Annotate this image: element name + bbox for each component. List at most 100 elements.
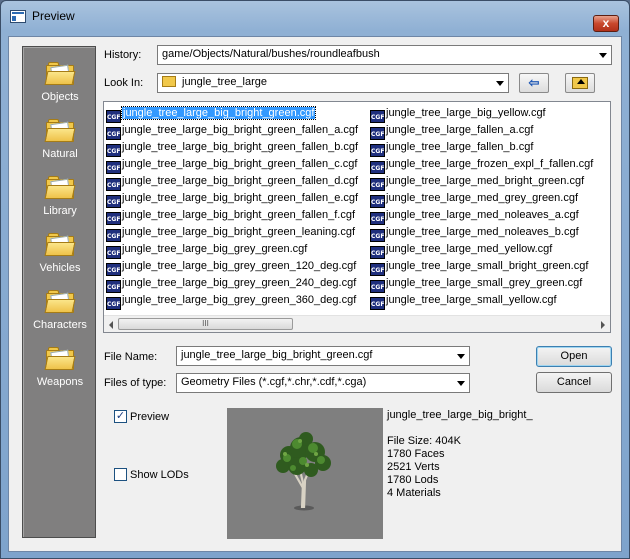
scroll-thumb[interactable]: III — [118, 318, 293, 330]
up-folder-icon — [572, 77, 588, 89]
file-name: jungle_tree_large_small_yellow.cgf — [386, 294, 557, 306]
place-library[interactable]: Library — [23, 175, 97, 217]
list-item[interactable]: CGF jungle_tree_large_fallen_a.cgf — [370, 122, 593, 140]
list-item[interactable]: CGF jungle_tree_large_med_grey_green.cgf — [370, 190, 593, 208]
place-objects[interactable]: Objects — [23, 61, 97, 103]
title-bar[interactable]: Preview x — [1, 1, 629, 32]
list-item[interactable]: CGF jungle_tree_large_small_bright_green.… — [370, 258, 593, 276]
close-button[interactable]: x — [593, 15, 619, 32]
file-name: jungle_tree_large_big_grey_green_360_deg… — [122, 294, 357, 306]
folder-icon — [44, 289, 76, 315]
chevron-down-icon[interactable] — [599, 53, 607, 58]
file-name: jungle_tree_large_med_noleaves_a.cgf — [386, 209, 579, 221]
place-weapons[interactable]: Weapons — [23, 346, 97, 388]
filename-value: jungle_tree_large_big_bright_green.cgf — [181, 349, 373, 361]
file-name: jungle_tree_large_big_bright_green_falle… — [122, 175, 359, 187]
folder-icon — [162, 76, 176, 87]
open-button[interactable]: Open — [536, 346, 612, 367]
file-name: jungle_tree_large_med_yellow.cgf — [386, 243, 553, 255]
list-item[interactable]: CGF jungle_tree_large_big_grey_green.cgf — [106, 241, 358, 259]
list-item[interactable]: CGF jungle_tree_large_big_yellow.cgf — [370, 105, 593, 123]
history-combo[interactable]: game/Objects/Natural/bushes/roundleafbus… — [157, 45, 612, 65]
history-label: History: — [104, 49, 142, 61]
window-icon — [10, 10, 26, 23]
list-item[interactable]: CGF jungle_tree_large_big_bright_green.cg… — [106, 105, 358, 123]
file-name: jungle_tree_large_med_bright_green.cgf — [386, 175, 585, 187]
place-label: Vehicles — [39, 262, 81, 274]
file-name: jungle_tree_large_big_bright_green_leani… — [122, 226, 356, 238]
list-item[interactable]: CGF jungle_tree_large_big_grey_green_360_… — [106, 292, 358, 310]
list-item[interactable]: CGF jungle_tree_large_med_yellow.cgf — [370, 241, 593, 259]
list-item[interactable]: CGF jungle_tree_large_big_bright_green_le… — [106, 224, 358, 242]
list-item[interactable]: CGF jungle_tree_large_big_bright_green_fa… — [106, 156, 358, 174]
list-item[interactable]: CGF jungle_tree_large_med_noleaves_b.cgf — [370, 224, 593, 242]
lookin-label: Look In: — [104, 77, 144, 89]
model-preview[interactable] — [227, 408, 383, 539]
place-label: Characters — [33, 319, 87, 331]
lods-count: 1780 Lods — [387, 474, 439, 486]
filename-input[interactable]: jungle_tree_large_big_bright_green.cgf — [176, 346, 470, 366]
file-name: jungle_tree_large_big_bright_green_falle… — [122, 192, 359, 204]
verts-count: 2521 Verts — [387, 461, 440, 473]
dialog-body: Objects Natural Library Vehicles Charact… — [8, 36, 622, 552]
list-item[interactable]: CGF jungle_tree_large_big_bright_green_fa… — [106, 139, 358, 157]
scroll-right-icon[interactable] — [601, 321, 605, 329]
preview-checkbox[interactable]: ✓ — [114, 410, 127, 423]
file-name: jungle_tree_large_big_yellow.cgf — [386, 107, 546, 119]
file-size: File Size: 404K — [387, 435, 461, 447]
history-value: game/Objects/Natural/bushes/roundleafbus… — [162, 48, 380, 60]
file-name: jungle_tree_large_big_bright_green_falle… — [122, 158, 358, 170]
place-label: Library — [43, 205, 77, 217]
file-name: jungle_tree_large_fallen_b.cgf — [386, 141, 534, 153]
list-item[interactable]: CGF jungle_tree_large_big_grey_green_120_… — [106, 258, 358, 276]
materials-count: 4 Materials — [387, 487, 441, 499]
list-item[interactable]: CGF jungle_tree_large_small_yellow.cgf — [370, 292, 593, 310]
show-lods-label: Show LODs — [130, 469, 189, 481]
file-name: jungle_tree_large_frozen_expl_f_fallen.c… — [386, 158, 594, 170]
file-list[interactable]: CGF jungle_tree_large_big_bright_green.cg… — [103, 101, 611, 333]
folder-icon — [44, 61, 76, 87]
faces-count: 1780 Faces — [387, 448, 445, 460]
file-name: jungle_tree_large_big_bright_green.cgf — [120, 106, 317, 120]
places-bar: Objects Natural Library Vehicles Charact… — [22, 46, 96, 538]
list-item[interactable]: CGF jungle_tree_large_med_noleaves_a.cgf — [370, 207, 593, 225]
list-item[interactable]: CGF jungle_tree_large_big_bright_green_fa… — [106, 122, 359, 140]
list-item[interactable]: CGF jungle_tree_large_big_grey_green_240_… — [106, 275, 358, 293]
back-button[interactable]: ⇦ — [519, 73, 549, 93]
list-item[interactable]: CGF jungle_tree_large_fallen_b.cgf — [370, 139, 593, 157]
model-name: jungle_tree_large_big_bright_ — [387, 409, 533, 421]
list-item[interactable]: CGF jungle_tree_large_big_bright_green_fa… — [106, 173, 359, 191]
horizontal-scrollbar[interactable]: III — [104, 315, 610, 332]
cancel-button[interactable]: Cancel — [536, 372, 612, 393]
filetype-select[interactable]: Geometry Files (*.cgf,*.chr,*.cdf,*.cga) — [176, 373, 470, 393]
preview-dialog: Preview x Objects Natural Library Vehicl… — [0, 0, 630, 559]
grip-icon: III — [202, 319, 209, 328]
scroll-left-icon[interactable] — [109, 321, 113, 329]
chevron-down-icon[interactable] — [457, 354, 465, 359]
place-label: Natural — [42, 148, 78, 160]
lookin-combo[interactable]: jungle_tree_large — [157, 73, 509, 93]
list-item[interactable]: CGF jungle_tree_large_big_bright_green_fa… — [106, 190, 359, 208]
list-item[interactable]: CGF jungle_tree_large_big_bright_green_fa… — [106, 207, 358, 225]
list-item[interactable]: CGF jungle_tree_large_frozen_expl_f_falle… — [370, 156, 594, 174]
list-item[interactable]: CGF jungle_tree_large_small_grey_green.cg… — [370, 275, 593, 293]
chevron-down-icon[interactable] — [496, 81, 504, 86]
place-vehicles[interactable]: Vehicles — [23, 232, 97, 274]
file-name: jungle_tree_large_fallen_a.cgf — [386, 124, 534, 136]
cgf-file-icon: CGF — [370, 297, 385, 310]
filename-label: File Name: — [104, 351, 158, 363]
folder-icon — [44, 175, 76, 201]
file-name: jungle_tree_large_small_grey_green.cgf — [386, 277, 583, 289]
close-icon: x — [602, 16, 610, 30]
file-column-right: CGF jungle_tree_large_big_yellow.cgf CGF j… — [370, 105, 594, 310]
file-column-left: CGF jungle_tree_large_big_bright_green.cg… — [106, 105, 359, 310]
place-natural[interactable]: Natural — [23, 118, 97, 160]
preview-label: Preview — [130, 411, 170, 423]
show-lods-checkbox[interactable] — [114, 468, 127, 481]
place-characters[interactable]: Characters — [23, 289, 97, 331]
up-folder-button[interactable] — [565, 73, 595, 93]
chevron-down-icon[interactable] — [457, 381, 465, 386]
file-name: jungle_tree_large_big_bright_green_falle… — [122, 124, 359, 136]
list-item[interactable]: CGF jungle_tree_large_med_bright_green.cg… — [370, 173, 593, 191]
folder-icon — [44, 346, 76, 372]
